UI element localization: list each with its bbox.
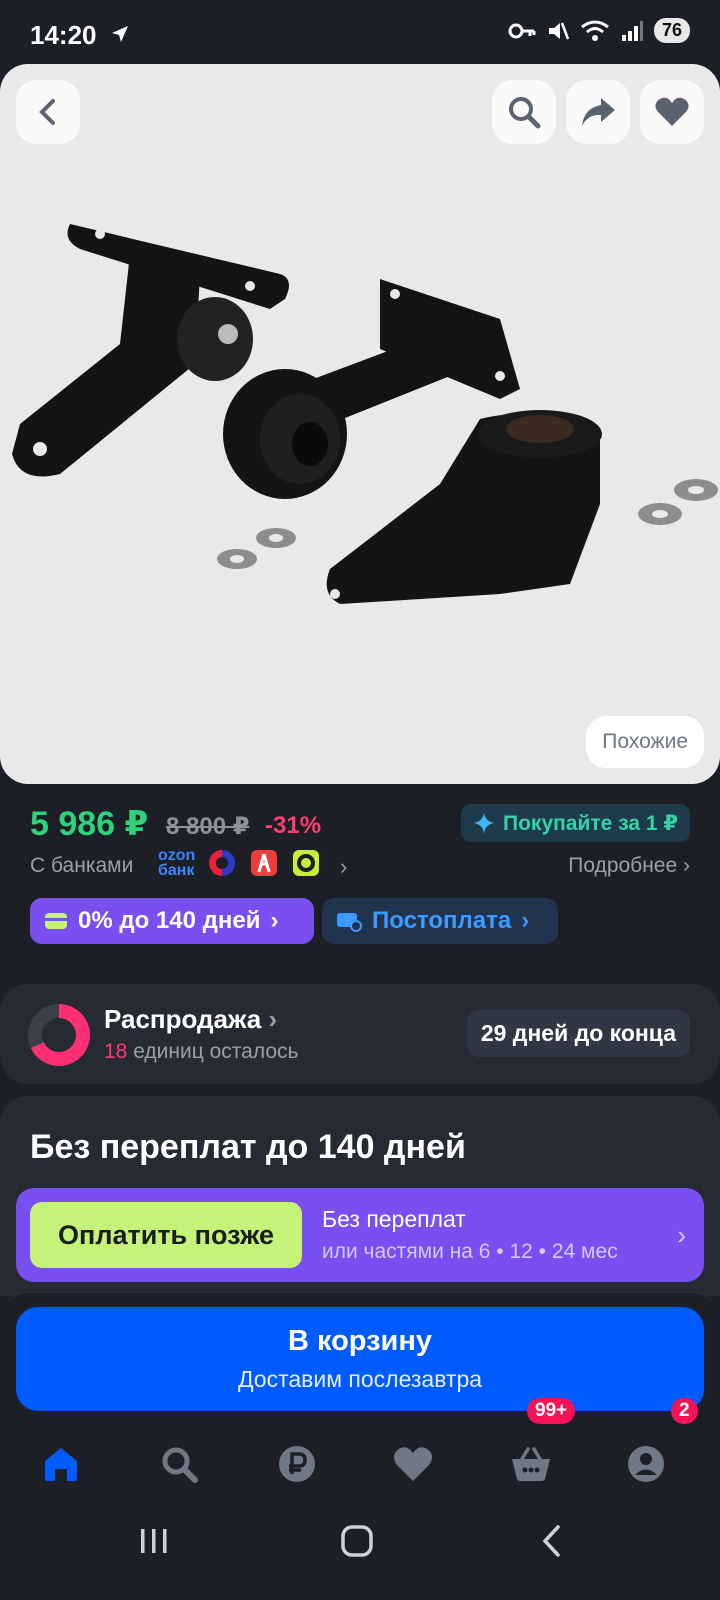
ozon-bank-line2: банк <box>158 862 195 879</box>
cart-badge: 99+ <box>527 1398 576 1424</box>
ozon-bank-line1: ozon <box>158 847 196 864</box>
add-to-cart-button[interactable]: В корзину Доставим послезавтра <box>16 1307 704 1411</box>
nav-cart[interactable] <box>507 1440 555 1488</box>
sale-progress-ring <box>28 1004 90 1066</box>
more-link-label: Подробнее <box>568 854 678 877</box>
product-image <box>12 224 718 604</box>
installment-banner[interactable]: Оплатить позже Без переплат или частями … <box>16 1188 704 1282</box>
installment-pill-label: 0% до 140 дней <box>78 907 261 934</box>
price-card: 5 986 ₽ 8 800 ₽ -31% Покупайте за 1 ₽ С … <box>0 784 720 972</box>
buy-for-1-button[interactable]: Покупайте за 1 ₽ <box>461 804 690 842</box>
bank-logo-red-blue-icon <box>209 850 236 876</box>
system-back-icon[interactable] <box>540 1524 564 1558</box>
bank-logo-lime-icon <box>293 850 320 876</box>
mute-icon <box>548 22 570 39</box>
banks-label: С банками <box>30 854 134 877</box>
status-icons: 76 <box>508 18 690 43</box>
nav-search[interactable] <box>155 1440 203 1488</box>
heart-icon <box>393 1447 433 1481</box>
back-button[interactable] <box>16 80 80 144</box>
profile-icon <box>628 1446 664 1482</box>
ozon-bank-logo: ozon банк <box>158 847 196 879</box>
bank-logo-red-square-icon <box>251 850 278 876</box>
discount-percent: -31% <box>265 812 322 839</box>
home-icon <box>45 1448 77 1481</box>
status-time: 14:20 <box>30 20 97 50</box>
share-arrow-icon <box>582 98 615 126</box>
nav-finance[interactable] <box>273 1440 321 1488</box>
ruble-icon <box>279 1446 315 1482</box>
system-nav-bar <box>0 1504 720 1600</box>
postpay-pill-label: Постоплата <box>372 907 512 934</box>
home-button-icon[interactable] <box>340 1524 376 1558</box>
favorite-button[interactable] <box>640 80 704 144</box>
battery-indicator: 76 <box>653 18 690 43</box>
sale-count-text: единиц осталось <box>133 1040 299 1063</box>
product-gallery[interactable]: Похожие <box>0 64 720 784</box>
chevron-left-icon <box>39 99 55 125</box>
chevron-right-icon: › <box>270 907 279 934</box>
nav-home[interactable] <box>37 1440 85 1488</box>
pay-later-button[interactable]: Оплатить позже <box>30 1202 302 1268</box>
basket-icon <box>512 1447 550 1481</box>
search-button[interactable] <box>492 80 556 144</box>
installment-title: Без переплат до 140 дней <box>30 1128 466 1166</box>
similar-button[interactable]: Похожие <box>586 716 704 768</box>
sale-count-number: 18 <box>104 1040 128 1063</box>
installment-line2: или частями на 6 • 12 • 24 мес <box>322 1240 618 1263</box>
bottom-nav: 99+ 2 <box>0 1398 720 1504</box>
heart-icon <box>655 97 689 126</box>
sale-card[interactable]: Распродажа › 18 единиц осталось 29 дней … <box>0 984 720 1084</box>
sale-days-left: 29 дней до конца <box>466 1010 690 1057</box>
banks-chevron-icon[interactable]: › <box>340 854 347 880</box>
sale-title: Распродажа › <box>104 1004 277 1035</box>
installment-line1: Без переплат <box>322 1206 466 1232</box>
current-price: 5 986 ₽ <box>30 805 149 843</box>
share-button[interactable] <box>566 80 630 144</box>
recent-apps-icon[interactable] <box>138 1526 170 1556</box>
add-to-cart-label: В корзину <box>287 1325 433 1357</box>
cart-area: В корзину Доставим послезавтра <box>0 1292 720 1424</box>
postpay-card-icon <box>337 913 362 932</box>
profile-badge: 2 <box>671 1398 698 1424</box>
postpay-pill[interactable]: Постоплата › <box>322 898 558 944</box>
installment-pill[interactable]: 0% до 140 дней › <box>30 898 314 944</box>
status-bar: 14:20 76 <box>0 0 720 68</box>
sale-title-label: Распродажа <box>104 1004 262 1034</box>
sparkle-icon <box>473 812 496 834</box>
buy-for-1-label: Покупайте за 1 ₽ <box>503 811 678 835</box>
chevron-right-icon: › <box>677 1220 686 1250</box>
signal-icon <box>621 20 643 41</box>
nav-favorites[interactable] <box>389 1440 437 1488</box>
nav-profile[interactable] <box>622 1440 670 1488</box>
search-icon <box>509 97 541 129</box>
more-link[interactable]: Подробнее › <box>568 854 690 878</box>
navigation-arrow-icon <box>112 26 128 42</box>
installment-card: Без переплат до 140 дней Оплатить позже … <box>0 1096 720 1296</box>
old-price: 8 800 ₽ <box>166 813 250 840</box>
key-icon <box>508 23 536 38</box>
bank-logos[interactable]: ozon банк <box>158 847 321 879</box>
chevron-right-icon: › <box>521 907 530 934</box>
card-icon <box>45 913 67 929</box>
search-icon <box>162 1447 198 1483</box>
chevron-right-icon: › <box>268 1004 278 1034</box>
wifi-icon <box>581 20 609 41</box>
sale-count: 18 единиц осталось <box>104 1040 298 1064</box>
delivery-label: Доставим послезавтра <box>237 1366 483 1392</box>
